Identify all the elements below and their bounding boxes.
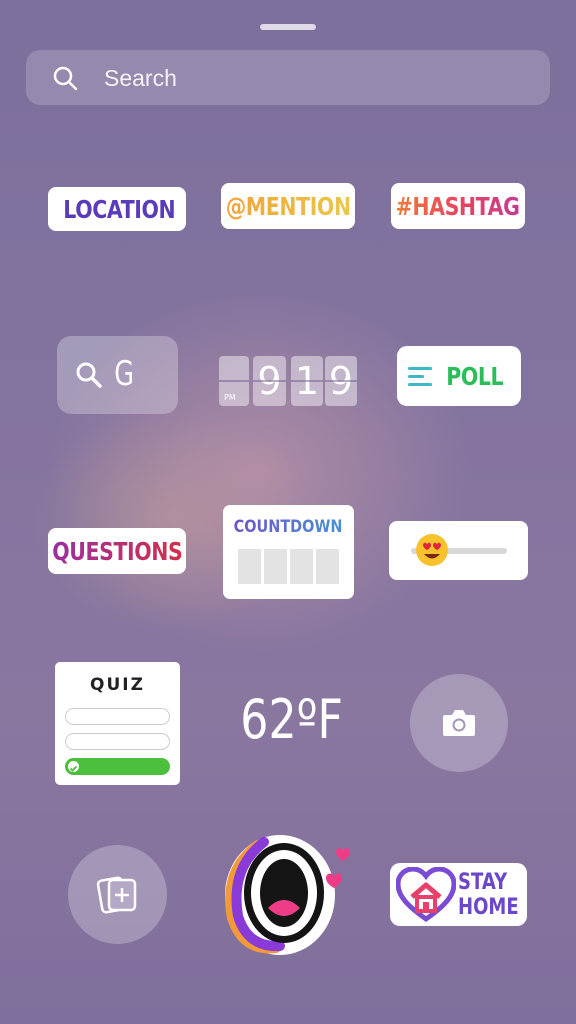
search-bar[interactable] xyxy=(26,50,550,105)
countdown-label: COUNTDOWN xyxy=(234,517,343,537)
hashtag-label: #HASHTAG xyxy=(396,191,520,221)
location-sticker[interactable]: LOCATION xyxy=(48,187,186,231)
questions-sticker[interactable]: QUESTIONS xyxy=(48,528,186,574)
quiz-sticker[interactable]: QUIZ xyxy=(55,662,180,785)
quiz-option xyxy=(65,733,170,750)
heart-eyes-emoji-icon xyxy=(416,534,448,566)
time-sticker[interactable]: PM 9 1 9 xyxy=(219,356,359,406)
search-input[interactable] xyxy=(102,58,506,98)
clock-hour-tens: PM xyxy=(219,356,249,406)
clock-meridiem: PM xyxy=(224,393,236,402)
search-icon xyxy=(53,66,78,91)
mention-label: @MENTION xyxy=(225,191,351,221)
clock-minute-tens: 1 xyxy=(291,356,323,406)
clock-hour: 9 xyxy=(253,356,286,406)
quiz-label: QUIZ xyxy=(90,675,145,695)
gif-label: G xyxy=(114,354,135,394)
heart-home-icon xyxy=(396,867,456,923)
poll-sticker[interactable]: POLL xyxy=(397,346,521,406)
emoji-slider-sticker[interactable] xyxy=(389,521,528,580)
add-media-sticker-button[interactable] xyxy=(68,845,167,944)
gif-sticker[interactable]: G xyxy=(57,336,178,414)
mention-sticker[interactable]: @MENTION xyxy=(221,183,355,229)
poll-label: POLL xyxy=(446,361,504,391)
mouth-sticker[interactable] xyxy=(218,830,362,960)
quiz-option-correct xyxy=(65,758,170,775)
countdown-boxes xyxy=(238,549,339,584)
camera-icon xyxy=(443,710,475,736)
check-icon xyxy=(68,761,79,772)
stay-home-text: STAY HOME xyxy=(458,870,532,920)
countdown-sticker[interactable]: COUNTDOWN xyxy=(223,505,354,599)
temperature-sticker[interactable]: 62ºF xyxy=(222,685,362,755)
questions-label: QUESTIONS xyxy=(51,536,183,566)
gif-search-icon xyxy=(76,362,102,388)
hashtag-sticker[interactable]: #HASHTAG xyxy=(391,183,525,229)
stay-label: STAY xyxy=(458,870,508,895)
home-label: HOME xyxy=(458,895,519,920)
drag-handle[interactable] xyxy=(260,24,316,30)
add-media-icon xyxy=(96,876,137,914)
clock-minute-ones: 9 xyxy=(325,356,357,406)
location-label: LOCATION xyxy=(63,194,176,224)
temperature-label: 62ºF xyxy=(240,688,344,751)
stay-home-sticker[interactable]: STAY HOME xyxy=(390,863,527,926)
quiz-option xyxy=(65,708,170,725)
camera-sticker-button[interactable] xyxy=(410,674,508,772)
poll-bars-icon xyxy=(408,366,433,386)
